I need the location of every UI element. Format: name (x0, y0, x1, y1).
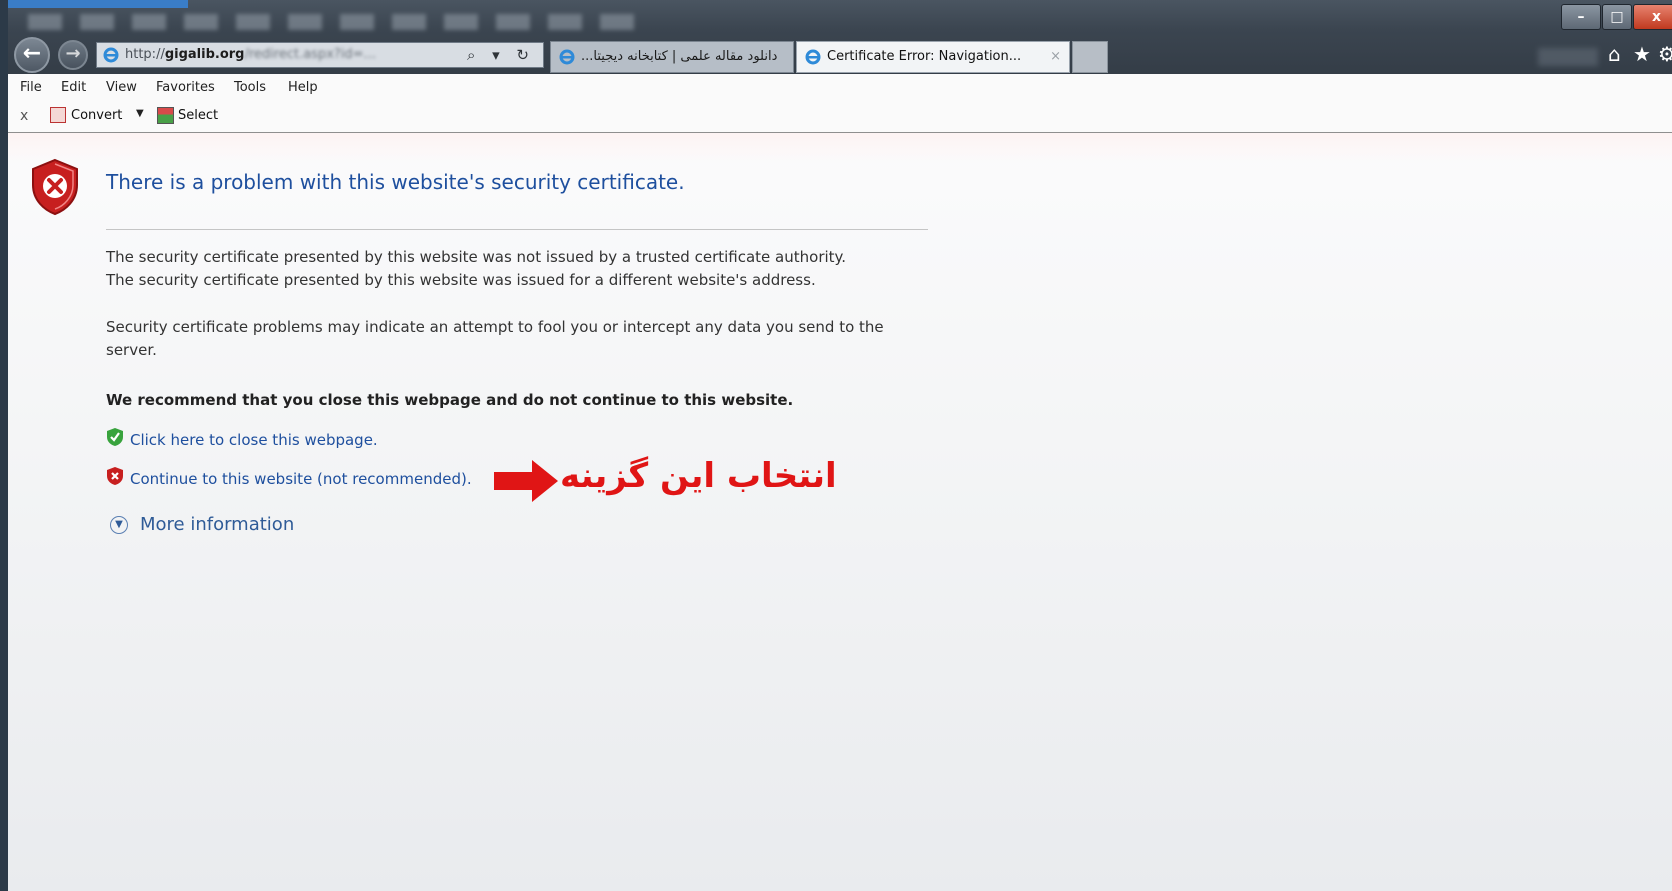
blurred-menu (28, 14, 648, 30)
url-path: /redirect.aspx?id=... (244, 47, 376, 62)
red-shield-x-icon (107, 467, 123, 485)
close-toolbar-icon[interactable]: x (20, 108, 28, 124)
menu-view[interactable]: View (106, 80, 137, 95)
error-detail-1: The security certificate presented by th… (106, 248, 847, 266)
minimize-button[interactable]: – (1561, 4, 1601, 30)
tab-label: Certificate Error: Navigation... (827, 49, 1022, 64)
maximize-button[interactable]: □ (1602, 4, 1632, 30)
back-button[interactable]: ← (14, 37, 50, 73)
home-icon[interactable]: ⌂ (1608, 42, 1621, 66)
convert-dropdown-icon[interactable]: ▼ (136, 108, 144, 119)
expand-chevron-icon[interactable]: ▼ (110, 516, 128, 534)
select-button[interactable]: Select (178, 108, 218, 123)
forward-button[interactable]: → (58, 40, 88, 70)
menu-help[interactable]: Help (288, 80, 318, 95)
select-icon[interactable] (157, 107, 174, 124)
ie-logo-icon (103, 47, 119, 63)
address-bar[interactable]: http://gigalib.org/redirect.aspx?id=... … (96, 42, 544, 68)
blue-strip (8, 0, 188, 8)
favorites-star-icon[interactable]: ★ (1633, 42, 1651, 66)
command-bar: x Convert ▼ Select (8, 100, 1672, 133)
gear-icon[interactable]: ⚙ (1658, 42, 1672, 66)
page-fade (8, 133, 1672, 163)
window-frame-left (0, 0, 8, 891)
menu-edit[interactable]: Edit (61, 80, 86, 95)
more-information-link[interactable]: More information (140, 514, 294, 535)
convert-button[interactable]: Convert (71, 108, 122, 123)
menu-file[interactable]: File (20, 80, 42, 95)
security-shield-error-icon (32, 158, 78, 216)
error-detail-2: The security certificate presented by th… (106, 271, 816, 289)
ie-logo-icon (559, 49, 575, 65)
page-title: There is a problem with this website's s… (106, 170, 685, 194)
tab-close-icon[interactable]: × (1050, 42, 1061, 72)
menu-favorites[interactable]: Favorites (156, 80, 215, 95)
menu-tools[interactable]: Tools (234, 80, 266, 95)
red-arrow-icon (494, 460, 558, 502)
tab-label: ...دانلود مقاله علمی | کتابخانه دیجیتا (581, 49, 778, 64)
url-host: gigalib.org (164, 47, 245, 62)
pdf-convert-icon[interactable] (50, 107, 66, 123)
recommendation-text: We recommend that you close this webpage… (106, 391, 794, 409)
warning-text: Security certificate problems may indica… (106, 318, 884, 359)
close-webpage-link[interactable]: Click here to close this webpage. (130, 431, 378, 449)
blurred-area (1538, 48, 1598, 66)
url-prefix: http:// (125, 47, 165, 62)
close-window-button[interactable]: x (1633, 4, 1672, 30)
annotation-text: انتخاب این گزینه (560, 456, 837, 496)
green-shield-check-icon (107, 428, 123, 446)
continue-to-website-link[interactable]: Continue to this website (not recommende… (130, 470, 472, 488)
divider (106, 229, 928, 230)
new-tab-button[interactable] (1072, 41, 1108, 73)
tab-certificate-error[interactable]: Certificate Error: Navigation... × (796, 41, 1070, 73)
menu-bar: File Edit View Favorites Tools Help (8, 74, 1672, 100)
address-tools[interactable]: ⌕ ▾ ↻ (467, 43, 535, 67)
ie-logo-icon (805, 49, 821, 65)
tab-digital-library[interactable]: ...دانلود مقاله علمی | کتابخانه دیجیتا (550, 41, 794, 73)
